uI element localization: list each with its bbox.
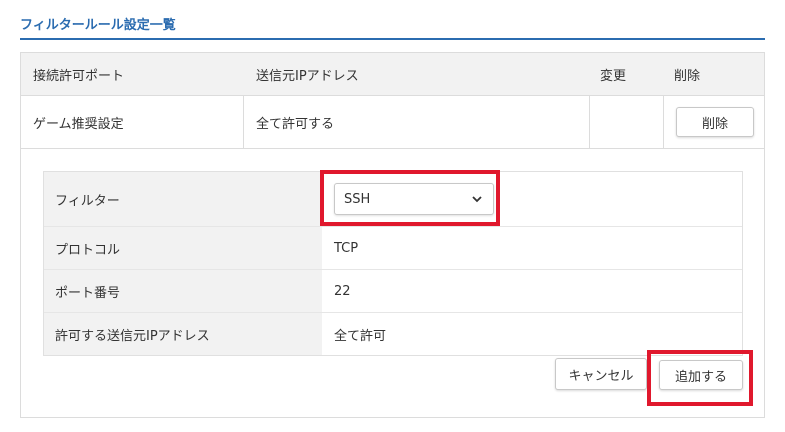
source-value: 全て許可 xyxy=(334,328,387,344)
form-row-source: 許可する送信元IPアドレス 全て許可 xyxy=(44,313,742,355)
rule-edit-panel: フィルター SSH プロトコル TCP ポート番号 22 許可する送信元IPアド… xyxy=(21,149,764,417)
chevron-down-icon xyxy=(472,196,482,203)
row-source-ip: 全て許可する xyxy=(244,96,590,148)
protocol-label: プロトコル xyxy=(44,227,322,269)
header-change: 変更 xyxy=(600,68,627,84)
filter-rule-table: 接続許可ポート 送信元IPアドレス 変更 削除 ゲーム推奨設定 全て許可する 削… xyxy=(20,52,765,418)
row-port: ゲーム推奨設定 xyxy=(21,96,244,148)
port-label: ポート番号 xyxy=(44,270,322,312)
form-row-port: ポート番号 22 xyxy=(44,270,742,313)
page-title: フィルタールール設定一覧 xyxy=(20,18,176,33)
filter-value-cell: SSH xyxy=(322,172,742,226)
title-divider xyxy=(20,38,765,40)
table-header-row: 接続許可ポート 送信元IPアドレス 変更 削除 xyxy=(21,53,764,96)
table-row: ゲーム推奨設定 全て許可する 削除 xyxy=(21,96,764,149)
cancel-button[interactable]: キャンセル xyxy=(555,358,647,390)
form-row-protocol: プロトコル TCP xyxy=(44,227,742,270)
row-change xyxy=(590,96,664,148)
header-source-ip: 送信元IPアドレス xyxy=(256,68,359,84)
header-port: 接続許可ポート xyxy=(33,68,125,84)
source-label: 許可する送信元IPアドレス xyxy=(44,313,322,355)
rule-form: フィルター SSH プロトコル TCP ポート番号 22 許可する送信元IPアド… xyxy=(43,171,743,356)
delete-button[interactable]: 削除 xyxy=(676,107,754,137)
filter-label: フィルター xyxy=(44,172,322,226)
header-delete: 削除 xyxy=(674,68,701,84)
add-button[interactable]: 追加する xyxy=(659,360,743,390)
filter-select-value: SSH xyxy=(344,191,371,207)
protocol-value: TCP xyxy=(334,240,359,256)
form-row-filter: フィルター SSH xyxy=(44,172,742,227)
filter-select[interactable]: SSH xyxy=(334,183,494,215)
row-delete-cell: 削除 xyxy=(664,96,764,148)
port-value: 22 xyxy=(334,283,351,299)
